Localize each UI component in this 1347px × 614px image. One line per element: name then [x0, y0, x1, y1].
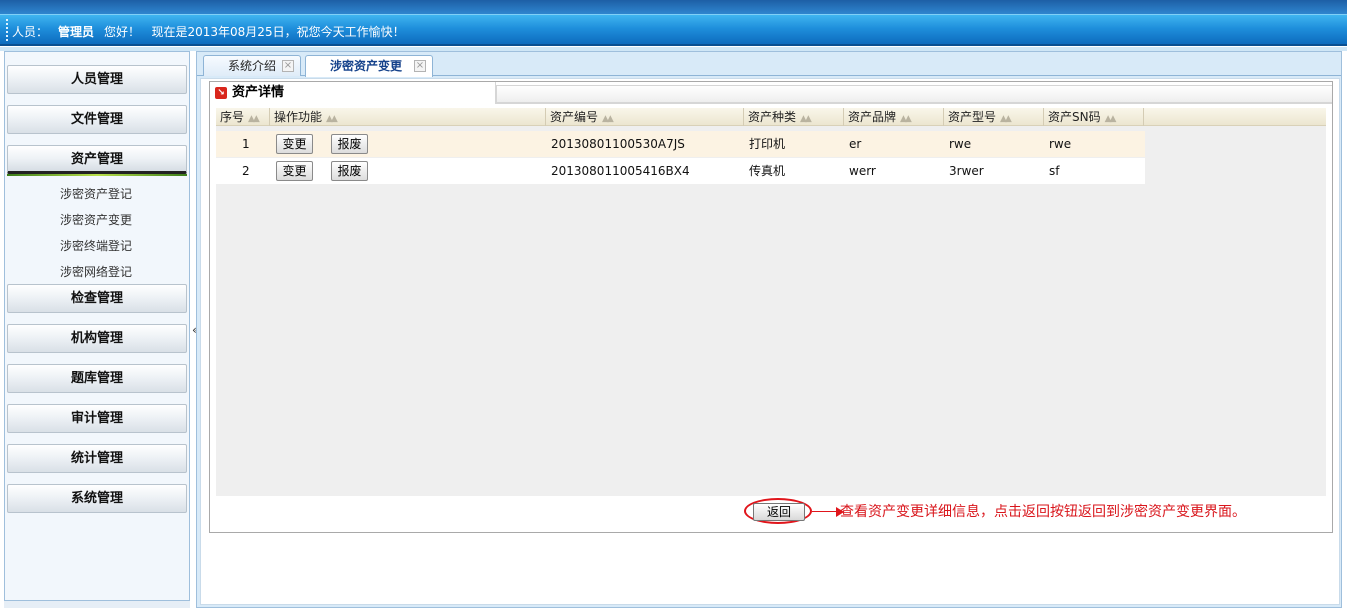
tab-label: 系统介绍 [228, 59, 277, 73]
column-header-type[interactable]: 资产种类 ▲▲ [744, 108, 844, 126]
menu-inspection[interactable]: 检查管理 [7, 284, 187, 313]
column-header-actions[interactable]: 操作功能 ▲▲ [270, 108, 546, 126]
sub-item-asset-change[interactable]: 涉密资产变更 [5, 211, 187, 228]
column-header-brand[interactable]: 资产品牌 ▲▲ [844, 108, 944, 126]
column-label: 资产型号 [948, 110, 997, 124]
column-label: 资产编号 [550, 110, 599, 124]
date-text: 现在是2013年08月25日，祝您今天工作愉快！ [151, 25, 405, 39]
table-row[interactable]: 2 变更 报废 201308011005416BX4 传真机 werr 3rwe… [216, 158, 1145, 184]
sub-item-network-register[interactable]: 涉密网络登记 [5, 263, 187, 280]
hello-text: 您好！ [104, 25, 141, 39]
cell-code: 20130801100530A7JS [551, 137, 685, 151]
table-row[interactable]: 1 变更 报废 20130801100530A7JS 打印机 er rwe rw… [216, 131, 1145, 157]
tab-label: 涉密资产变更 [330, 59, 403, 73]
header-grip [6, 19, 8, 41]
sidebar: 人员管理 文件管理 资产管理 涉密资产登记 涉密资产变更 涉密终端登记 涉密网络… [4, 51, 190, 608]
greeting: 人员： 管理员 您好！ 现在是2013年08月25日，祝您今天工作愉快！ [12, 23, 405, 40]
panel-title: ↘ 资产详情 [210, 82, 496, 104]
asset-grid: 序号 ▲▲ 操作功能 ▲▲ 资产编号 ▲▲ 资产种类 ▲▲ 资产品牌 ▲▲ 资产型号 ▲▲ … [216, 108, 1326, 496]
cell-no: 1 [242, 137, 250, 151]
scrap-button[interactable]: 报废 [331, 161, 368, 181]
panel-title-text: 资产详情 [232, 85, 285, 100]
cell-code: 201308011005416BX4 [551, 164, 690, 178]
column-label: 序号 [220, 110, 245, 124]
sort-icon: ▲▲ [1000, 114, 1012, 124]
user-label: 人员： [12, 25, 49, 39]
scrap-button[interactable]: 报废 [331, 134, 368, 154]
cell-type: 打印机 [749, 137, 786, 151]
column-header-no[interactable]: 序号 ▲▲ [216, 108, 270, 126]
header-bar: 人员： 管理员 您好！ 现在是2013年08月25日，祝您今天工作愉快！ [0, 14, 1347, 46]
sort-icon: ▲▲ [900, 114, 912, 124]
column-label: 操作功能 [274, 110, 323, 124]
change-button[interactable]: 变更 [276, 161, 313, 181]
sort-icon: ▲▲ [800, 114, 812, 124]
asset-detail-panel: ↘ 资产详情 序号 ▲▲ 操作功能 ▲▲ 资产编号 ▲▲ 资产种类 ▲▲ 资产品牌 ▲▲ … [209, 81, 1333, 533]
menu-organization[interactable]: 机构管理 [7, 324, 187, 353]
column-label: 资产品牌 [848, 110, 897, 124]
cell-sn: sf [1049, 164, 1060, 178]
cell-model: 3rwer [949, 164, 984, 178]
arrow-down-icon: ↘ [215, 87, 227, 99]
tab-asset-change[interactable]: 涉密资产变更 × [305, 55, 433, 77]
menu-question-bank[interactable]: 题库管理 [7, 364, 187, 393]
return-button[interactable]: 返回 [753, 503, 805, 521]
menu-audit[interactable]: 审计管理 [7, 404, 187, 433]
tab-bar: 系统介绍 × 涉密资产变更 × [197, 52, 1341, 77]
sort-icon: ▲▲ [1104, 114, 1117, 124]
menu-personnel[interactable]: 人员管理 [7, 65, 187, 94]
sort-icon: ▲▲ [602, 114, 614, 124]
sub-item-asset-register[interactable]: 涉密资产登记 [5, 185, 187, 202]
close-icon[interactable]: × [414, 60, 426, 72]
column-header-code[interactable]: 资产编号 ▲▲ [546, 108, 744, 126]
cell-type: 传真机 [749, 164, 786, 178]
sort-icon: ▲▲ [326, 114, 338, 124]
tab-system-intro[interactable]: 系统介绍 × [203, 55, 301, 76]
sort-icon: ▲▲ [248, 114, 260, 124]
column-header-model[interactable]: 资产型号 ▲▲ [944, 108, 1044, 126]
column-header-sn[interactable]: 资产SN码 ▲▲ [1044, 108, 1144, 126]
tab-panel: ↘ 资产详情 序号 ▲▲ 操作功能 ▲▲ 资产编号 ▲▲ 资产种类 ▲▲ 资产品牌 ▲▲ … [200, 78, 1340, 605]
change-button[interactable]: 变更 [276, 134, 313, 154]
panel-header: ↘ 资产详情 [210, 82, 1332, 104]
column-label: 资产种类 [748, 110, 797, 124]
cell-brand: werr [849, 164, 876, 178]
content-area: 系统介绍 × 涉密资产变更 × ↘ 资产详情 序号 ▲▲ 操作功能 ▲▲ 资产编号 ▲… [196, 51, 1342, 608]
menu-files[interactable]: 文件管理 [7, 105, 187, 134]
menu-system[interactable]: 系统管理 [7, 484, 187, 513]
cell-model: rwe [949, 137, 972, 151]
grid-header: 序号 ▲▲ 操作功能 ▲▲ 资产编号 ▲▲ 资产种类 ▲▲ 资产品牌 ▲▲ 资产型号 ▲▲ … [216, 108, 1326, 126]
panel-header-fill [496, 85, 1332, 103]
sidebar-footer [4, 600, 190, 608]
cell-sn: rwe [1049, 137, 1072, 151]
sub-item-terminal-register[interactable]: 涉密终端登记 [5, 237, 187, 254]
menu-statistics[interactable]: 统计管理 [7, 444, 187, 473]
cell-no: 2 [242, 164, 250, 178]
menu-assets[interactable]: 资产管理 [7, 145, 187, 176]
return-highlight: 返回 [744, 498, 812, 524]
close-icon[interactable]: × [282, 60, 294, 72]
cell-brand: er [849, 137, 862, 151]
user-name: 管理员 [58, 25, 95, 39]
top-strip [0, 0, 1347, 14]
annotation-text: 查看资产变更详细信息，点击返回按钮返回到涉密资产变更界面。 [840, 504, 1246, 520]
column-label: 资产SN码 [1048, 110, 1101, 124]
